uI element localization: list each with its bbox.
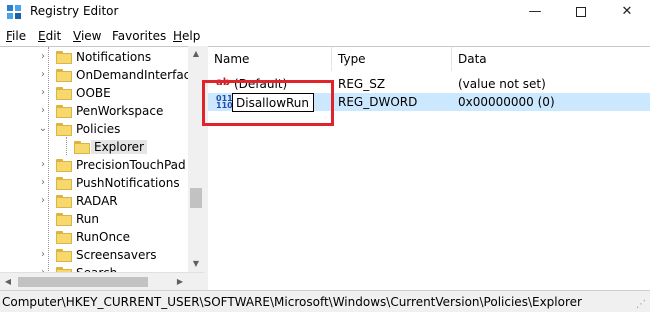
menu-view[interactable]: View [73, 29, 101, 43]
maximize-button[interactable] [558, 0, 604, 24]
tree-item-label: OOBE [76, 86, 111, 100]
tree-item-run[interactable]: Run [0, 211, 188, 229]
tree-item-label: PushNotifications [76, 176, 180, 190]
tree-item-precisiontouchpad[interactable]: › PrecisionTouchPad [0, 157, 188, 175]
tree-item-label: Notifications [76, 50, 152, 64]
expand-arrow-icon[interactable]: › [38, 158, 48, 172]
folder-icon [56, 69, 72, 82]
expand-arrow-icon[interactable]: › [38, 50, 48, 64]
expand-arrow-icon[interactable]: › [38, 86, 48, 100]
minimize-icon: — [528, 4, 542, 19]
tree-item-explorer[interactable]: Explorer [0, 139, 188, 157]
close-button[interactable]: ✕ [604, 0, 650, 24]
folder-icon [56, 231, 72, 244]
expand-arrow-icon[interactable]: › [38, 176, 48, 190]
menu-favorites[interactable]: Favorites [112, 29, 166, 43]
folder-icon [56, 123, 72, 136]
tree-item-label: Policies [76, 122, 121, 136]
tree-item-label: Screensavers [76, 248, 157, 262]
menu-file[interactable]: File [6, 29, 26, 43]
tree-item-notifications[interactable]: › Notifications [0, 49, 188, 67]
registry-tree[interactable]: › Notifications › OnDemandInterfaceCache… [0, 46, 204, 290]
scroll-right-icon[interactable]: ▶ [172, 273, 188, 291]
folder-icon [56, 87, 72, 100]
folder-icon [56, 159, 72, 172]
tree-item-label: RunOnce [76, 230, 131, 244]
tree-item-screensavers[interactable]: › Screensavers [0, 247, 188, 265]
scroll-left-icon[interactable]: ◀ [0, 273, 16, 291]
registry-path: Computer\HKEY_CURRENT_USER\SOFTWARE\Micr… [2, 295, 582, 309]
resize-grip-icon[interactable]: ⋰ [636, 299, 648, 311]
expand-arrow-icon[interactable]: › [38, 104, 48, 118]
folder-icon [56, 195, 72, 208]
expand-arrow-icon[interactable]: › [38, 68, 48, 82]
scroll-thumb[interactable] [190, 188, 202, 208]
tree-item-radar[interactable]: › RADAR [0, 193, 188, 211]
tree-item-policies[interactable]: ⌄ Policies [0, 121, 188, 139]
scroll-up-icon[interactable]: ▲ [188, 46, 204, 62]
window-title: Registry Editor [30, 4, 119, 18]
minimize-button[interactable]: — [512, 0, 558, 24]
tree-item-label: PrecisionTouchPad [76, 158, 186, 172]
registry-editor-icon [7, 5, 21, 19]
tree-item-label: PenWorkspace [76, 104, 164, 118]
menu-help[interactable]: Help [173, 29, 200, 43]
value-data: 0x00000000 (0) [458, 95, 555, 109]
collapse-arrow-icon[interactable]: ⌄ [38, 122, 48, 136]
column-header-name[interactable]: Name [208, 47, 332, 71]
title-bar: Registry Editor — ✕ [0, 0, 650, 24]
scroll-down-icon[interactable]: ▼ [188, 256, 204, 272]
tree-item-runonce[interactable]: RunOnce [0, 229, 188, 247]
column-header-data[interactable]: Data [452, 47, 650, 71]
folder-icon [56, 249, 72, 262]
annotation-highlight-box [202, 80, 334, 126]
tree-item-label: Run [76, 212, 100, 226]
tree-item-ondemandinterfacecache[interactable]: › OnDemandInterfaceCache [0, 67, 203, 85]
folder-icon [74, 141, 90, 154]
close-icon: ✕ [621, 4, 633, 19]
tree-item-label: Explorer [91, 140, 147, 154]
column-header-type[interactable]: Type [332, 47, 452, 71]
status-bar: Computer\HKEY_CURRENT_USER\SOFTWARE\Micr… [0, 290, 650, 312]
maximize-icon [576, 6, 586, 17]
expand-arrow-icon[interactable]: › [38, 194, 48, 208]
value-type: REG_SZ [338, 77, 386, 91]
menu-edit[interactable]: Edit [38, 29, 61, 43]
value-type: REG_DWORD [338, 95, 418, 109]
folder-icon [56, 213, 72, 226]
folder-icon [56, 177, 72, 190]
menu-bar: File Edit View Favorites Help [0, 26, 650, 46]
tree-item-label: RADAR [76, 194, 118, 208]
tree-item-oobe[interactable]: › OOBE [0, 85, 188, 103]
tree-horizontal-scrollbar[interactable]: ◀ ▶ [0, 272, 204, 290]
folder-icon [56, 105, 72, 118]
expand-arrow-icon[interactable]: › [38, 248, 48, 262]
tree-item-label: OnDemandInterfaceCache [76, 68, 203, 82]
tree-item-penworkspace[interactable]: › PenWorkspace [0, 103, 188, 121]
tree-item-pushnotifications[interactable]: › PushNotifications [0, 175, 188, 193]
value-data: (value not set) [458, 77, 546, 91]
folder-icon [56, 51, 72, 64]
scroll-thumb[interactable] [18, 277, 148, 287]
